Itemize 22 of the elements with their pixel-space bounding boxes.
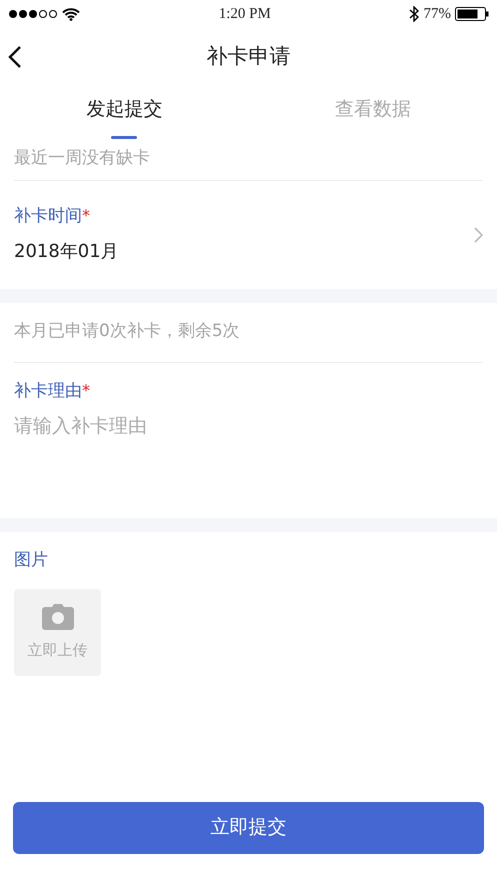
battery-percent: 77% — [423, 4, 451, 24]
notice-text: 最近一周没有缺卡 — [14, 147, 150, 170]
battery-icon — [454, 7, 489, 21]
reason-field[interactable]: 请输入补卡理由 — [14, 412, 483, 440]
status-time: 1:20 PM — [218, 4, 271, 24]
notice-text: 本月已申请0次补卡，剩余5次 — [14, 320, 240, 344]
required-mark: * — [82, 380, 90, 402]
required-mark: * — [82, 205, 90, 228]
bluetooth-icon — [409, 6, 420, 22]
chevron-left-icon — [8, 44, 22, 69]
date-value: 2018年01月 — [14, 240, 119, 264]
field-label: 补卡理由 — [14, 380, 82, 402]
tab[interactable]: 发起提交 — [86, 85, 162, 136]
wifi-icon — [62, 8, 80, 20]
field-label: 补卡时间 — [14, 205, 82, 228]
submit-button[interactable]: 立即提交 — [13, 802, 484, 854]
chevron-right-icon — [474, 227, 483, 244]
camera-icon — [40, 603, 74, 632]
tab-underline — [111, 136, 138, 138]
section-label: 图片 — [14, 548, 49, 572]
signal-icon — [8, 9, 58, 19]
page-title: 补卡申请 — [206, 44, 290, 68]
